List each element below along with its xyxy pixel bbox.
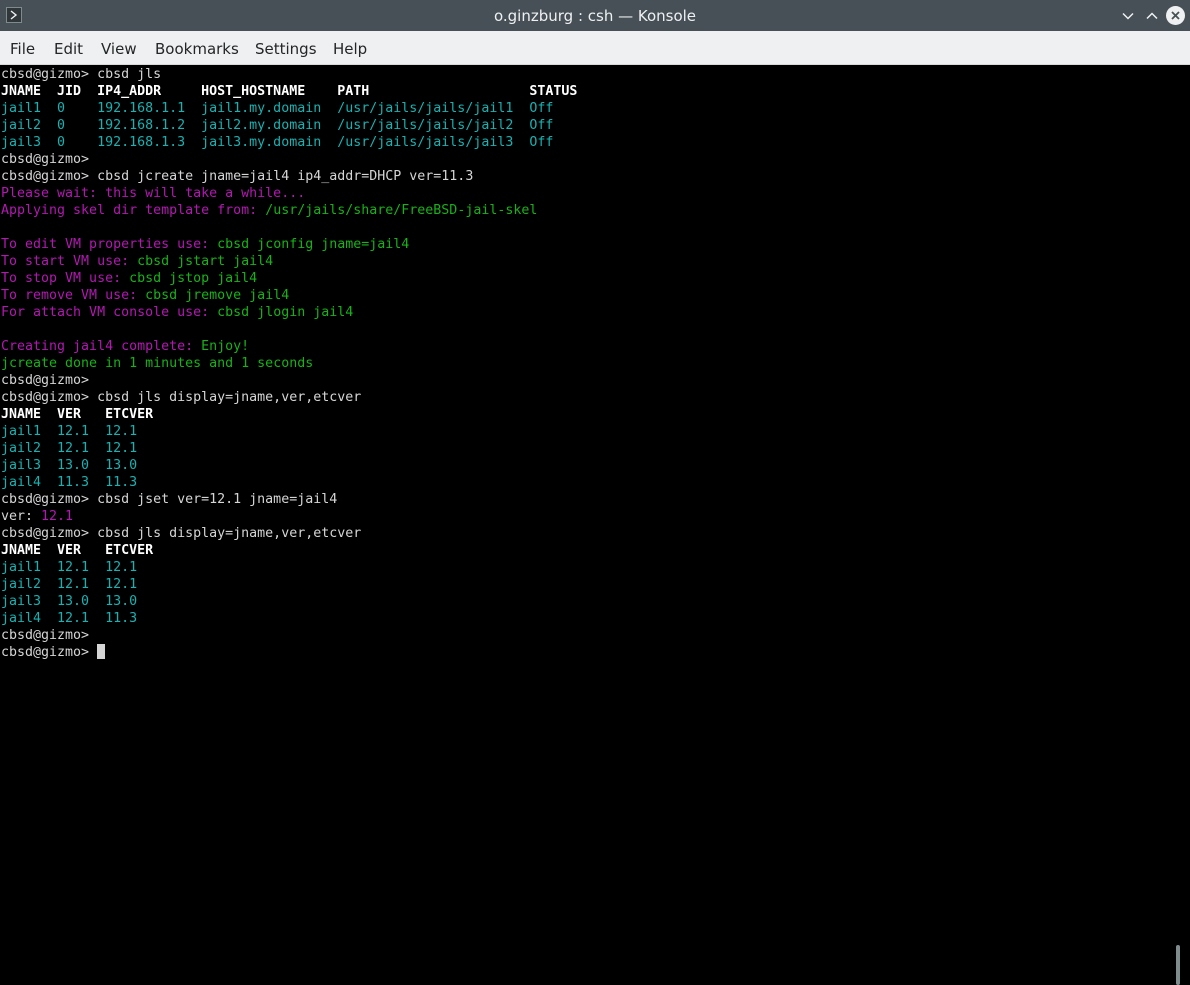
terminal-line: Please wait: this will take a while... [1,185,577,202]
terminal-text: cbsd@gizmo> cbsd jls [1,67,162,82]
terminal-text: Please wait: this will take a while... [1,186,306,201]
chevron-down-icon [1122,12,1134,20]
terminal-text: cbsd@gizmo> [1,628,90,643]
terminal-text: To stop VM use: [1,271,130,286]
terminal-line: ver: 12.1 [1,508,577,525]
terminal-line: cbsd@gizmo> [1,372,577,389]
terminal-text: jail4 11.3 11.3 [1,475,138,490]
terminal-line: jail3 0 192.168.1.3 jail3.my.domain /usr… [1,134,577,151]
menu-settings[interactable]: Settings [255,40,317,58]
terminal-text: cbsd jstart jail4 [137,254,274,269]
terminal-text: To edit VM properties use: [1,237,218,252]
terminal-area[interactable]: cbsd@gizmo> cbsd jls JNAME JID IP4_ADDR H… [0,65,1190,985]
chevron-up-icon [1146,12,1158,20]
terminal-line: cbsd@gizmo> cbsd jls [1,66,577,83]
menu-bookmarks[interactable]: Bookmarks [155,40,239,58]
terminal-text: Enjoy! [201,339,250,354]
terminal-text: JNAME VER ETCVER [1,543,154,558]
terminal-text: jail1 12.1 12.1 [1,424,138,439]
terminal-cursor [97,644,106,659]
menu-edit[interactable]: Edit [54,40,83,58]
terminal-text: ver: [1,509,42,524]
terminal-text: JNAME JID IP4_ADDR HOST_HOSTNAME PATH ST… [1,84,578,99]
terminal-text: jail1 0 192.168.1.1 jail1.my.domain /usr… [1,101,554,116]
menu-bar: File Edit View Bookmarks Settings Help [0,31,1190,65]
terminal-text: JNAME VER ETCVER [1,407,154,422]
terminal-text: jcreate done [1,356,106,371]
terminal-line: jail2 0 192.168.1.2 jail2.my.domain /usr… [1,117,577,134]
terminal-line: To edit VM properties use: cbsd jconfig … [1,236,577,253]
terminal-line: cbsd@gizmo> [1,644,577,661]
terminal-text: cbsd@gizmo> cbsd jcreate jname=jail4 ip4… [1,169,474,184]
terminal-line: JNAME VER ETCVER [1,542,577,559]
terminal-text: jail1 12.1 12.1 [1,560,138,575]
terminal-line: For attach VM console use: cbsd jlogin j… [1,304,577,321]
terminal-line: jail4 11.3 11.3 [1,474,577,491]
terminal-output: cbsd@gizmo> cbsd jls JNAME JID IP4_ADDR H… [1,66,577,661]
terminal-line: cbsd@gizmo> cbsd jls display=jname,ver,e… [1,389,577,406]
terminal-line: cbsd@gizmo> [1,151,577,168]
menu-file[interactable]: File [10,40,35,58]
terminal-line: jail1 12.1 12.1 [1,559,577,576]
close-button[interactable] [1166,6,1185,25]
terminal-text: jail2 12.1 12.1 [1,577,138,592]
terminal-line: jail2 12.1 12.1 [1,576,577,593]
terminal-text: cbsd jlogin jail4 [217,305,354,320]
terminal-line: cbsd@gizmo> cbsd jls display=jname,ver,e… [1,525,577,542]
terminal-text: cbsd jstop jail4 [129,271,258,286]
terminal-text: cbsd@gizmo> cbsd jls display=jname,ver,e… [1,390,362,405]
terminal-text: To remove VM use: [1,288,146,303]
terminal-line: Applying skel dir template from: /usr/ja… [1,202,577,219]
terminal-line: To start VM use: cbsd jstart jail4 [1,253,577,270]
terminal-text: 12.1 [41,509,74,524]
terminal-text: cbsd jremove jail4 [145,288,290,303]
terminal-text: Applying skel dir template from: [1,203,266,218]
terminal-line: JNAME JID IP4_ADDR HOST_HOSTNAME PATH ST… [1,83,577,100]
maximize-button[interactable] [1142,6,1162,26]
terminal-text: cbsd@gizmo> cbsd jls display=jname,ver,e… [1,526,362,541]
menu-view[interactable]: View [101,40,137,58]
terminal-text: jail2 0 192.168.1.2 jail2.my.domain /usr… [1,118,554,133]
terminal-line: To stop VM use: cbsd jstop jail4 [1,270,577,287]
scrollbar-handle[interactable] [1176,945,1180,985]
terminal-line: To remove VM use: cbsd jremove jail4 [1,287,577,304]
terminal-line: JNAME VER ETCVER [1,406,577,423]
terminal-text: cbsd@gizmo> [1,373,90,388]
terminal-text: jail4 12.1 11.3 [1,611,138,626]
terminal-text: jail3 13.0 13.0 [1,594,138,609]
terminal-line: jail1 12.1 12.1 [1,423,577,440]
window-title: o.ginzburg : csh — Konsole [493,7,697,25]
terminal-text: For attach VM console use: [1,305,218,320]
minimize-button[interactable] [1118,6,1138,26]
terminal-line: Creating jail4 complete: Enjoy! [1,338,577,355]
terminal-text: cbsd@gizmo> [1,152,90,167]
terminal-text: in 1 minutes and 1 seconds [105,356,314,371]
terminal-line: jail1 0 192.168.1.1 jail1.my.domain /usr… [1,100,577,117]
terminal-text: jail2 12.1 12.1 [1,441,138,456]
close-icon [1171,11,1180,20]
terminal-text: cbsd jconfig jname=jail4 [217,237,410,252]
terminal-text: cbsd@gizmo> [1,645,90,660]
terminal-line: jcreate done in 1 minutes and 1 seconds [1,355,577,372]
terminal-text: /usr/jails/share/FreeBSD-jail-skel [265,203,538,218]
terminal-line: cbsd@gizmo> [1,627,577,644]
terminal-line: jail4 12.1 11.3 [1,610,577,627]
terminal-line: cbsd@gizmo> cbsd jcreate jname=jail4 ip4… [1,168,577,185]
terminal-line: jail3 13.0 13.0 [1,593,577,610]
terminal-text: To start VM use: [1,254,138,269]
terminal-line: cbsd@gizmo> cbsd jset ver=12.1 jname=jai… [1,491,577,508]
title-bar[interactable]: o.ginzburg : csh — Konsole [0,0,1190,31]
terminal-line: jail3 13.0 13.0 [1,457,577,474]
terminal-text: jail3 0 192.168.1.3 jail3.my.domain /usr… [1,135,554,150]
terminal-text: Creating jail4 complete: [1,339,202,354]
terminal-line: jail2 12.1 12.1 [1,440,577,457]
menu-help[interactable]: Help [333,40,367,58]
terminal-text: jail3 13.0 13.0 [1,458,138,473]
terminal-text: cbsd@gizmo> cbsd jset ver=12.1 jname=jai… [1,492,338,507]
